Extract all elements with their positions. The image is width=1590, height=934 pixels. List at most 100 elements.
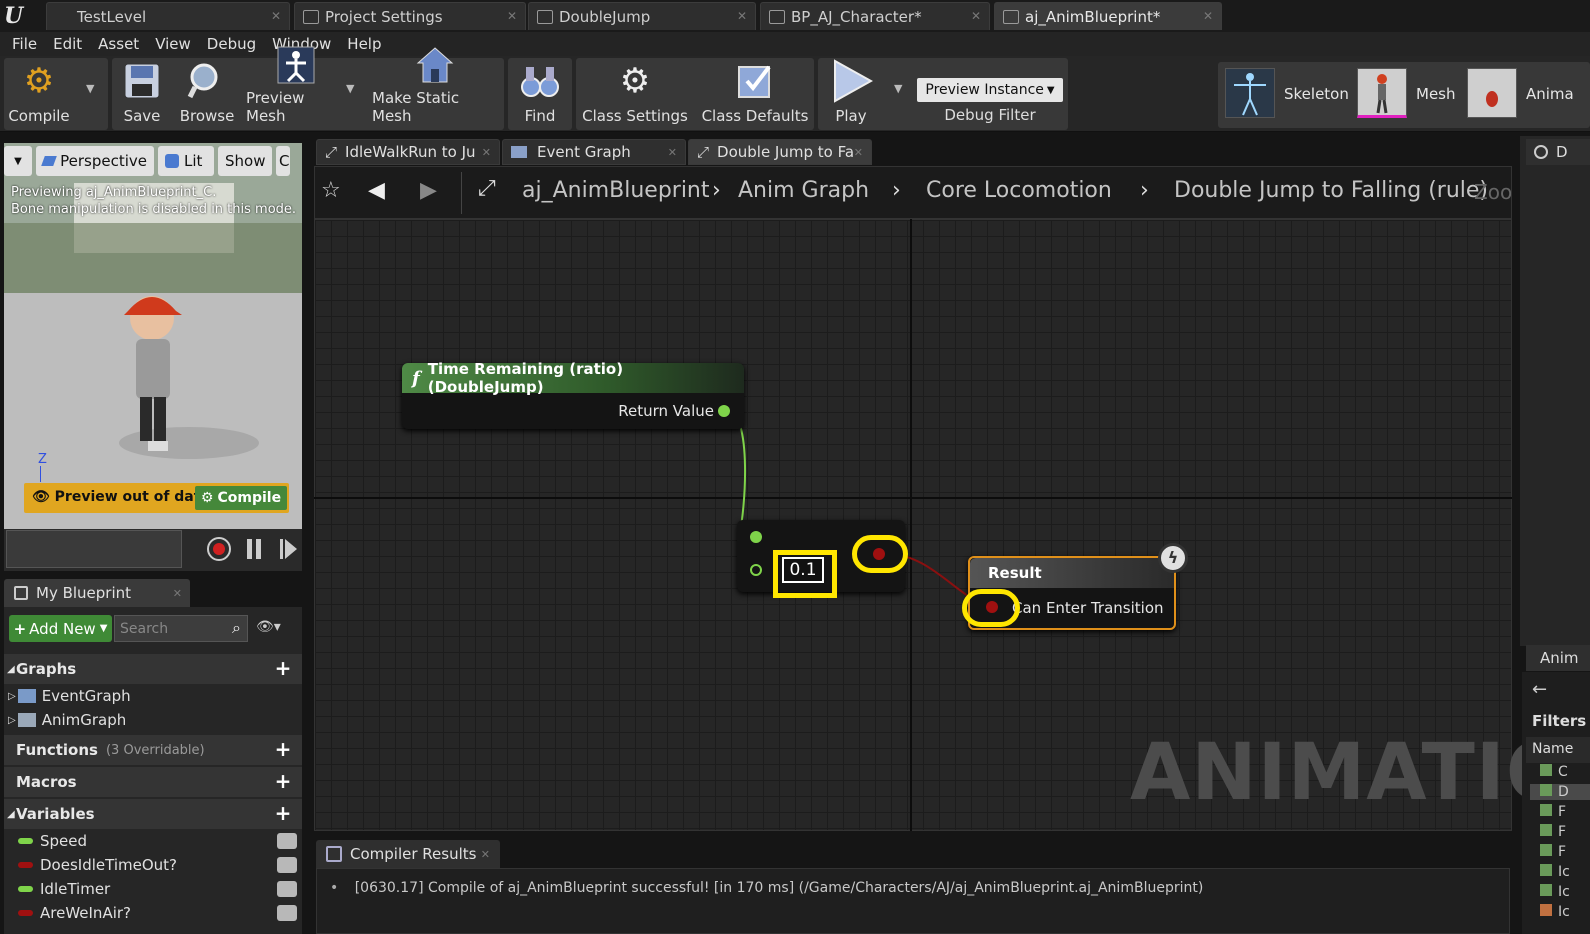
add-macro-icon[interactable]: + <box>274 771 292 791</box>
mode-animation-label[interactable]: Anima <box>1526 85 1574 103</box>
variable-item[interactable]: DoesIdleTimeOut? <box>8 853 177 877</box>
menu-edit[interactable]: Edit <box>45 35 90 53</box>
viewport-compile-button[interactable]: ⚙ Compile <box>195 486 287 510</box>
input-pin-a[interactable] <box>750 531 762 543</box>
compile-options-dropdown-icon[interactable]: ▼ <box>86 82 94 95</box>
close-icon[interactable]: ✕ <box>482 146 491 159</box>
asset-row[interactable]: F <box>1540 804 1566 820</box>
graph-item-animgraph[interactable]: ▷ AnimGraph <box>8 708 126 732</box>
favorite-star-icon[interactable]: ☆ <box>321 178 341 203</box>
asset-row[interactable]: Ic <box>1540 904 1570 920</box>
asset-row[interactable]: C <box>1540 764 1568 780</box>
menu-debug[interactable]: Debug <box>199 35 264 53</box>
breadcrumb-item[interactable]: Anim Graph <box>738 178 869 203</box>
close-icon[interactable]: ✕ <box>271 9 281 23</box>
back-arrow-icon[interactable]: ◀ <box>368 178 385 203</box>
asset-row-selected[interactable]: D <box>1530 784 1590 800</box>
breadcrumb-item[interactable]: Core Locomotion <box>926 178 1112 203</box>
class-defaults-button[interactable]: Class Defaults <box>700 56 810 128</box>
compile-button[interactable]: ⚙ Compile <box>6 56 72 128</box>
compare-value-input[interactable]: 0.1 <box>782 557 824 583</box>
name-column-header[interactable]: Name <box>1526 737 1590 763</box>
bool-output-pin[interactable] <box>873 548 885 560</box>
close-icon[interactable]: ✕ <box>1203 9 1213 23</box>
save-button[interactable]: Save <box>116 56 168 128</box>
macros-section-header[interactable]: Macros + <box>4 767 302 797</box>
play-dropdown-icon[interactable]: ▼ <box>894 82 902 95</box>
make-static-mesh-button[interactable]: Make Static Mesh <box>372 47 498 128</box>
animation-mode-icon[interactable] <box>1467 68 1517 118</box>
graph-item-eventgraph[interactable]: ▷ EventGraph <box>8 684 131 708</box>
graphs-section-header[interactable]: ◢ Graphs + <box>4 654 302 684</box>
back-arrow-icon[interactable]: ← <box>1532 679 1547 700</box>
preview-mesh-button[interactable]: Preview Mesh <box>246 46 346 128</box>
blueprint-search-input[interactable]: Search ⌕ <box>114 615 248 642</box>
show-button[interactable]: Show <box>218 146 272 176</box>
variable-visibility-toggle[interactable] <box>277 833 297 849</box>
can-enter-transition-pin[interactable] <box>986 601 998 613</box>
variables-section-header[interactable]: ◢ Variables + <box>4 799 302 829</box>
close-icon[interactable]: ✕ <box>971 9 981 23</box>
skeleton-mode-icon[interactable] <box>1225 68 1275 118</box>
record-icon[interactable] <box>207 537 231 561</box>
compiler-message[interactable]: • [0630.17] Compile of aj_AnimBlueprint … <box>330 880 1203 896</box>
details-tab[interactable]: D <box>1526 139 1590 165</box>
close-icon[interactable]: ✕ <box>668 146 677 159</box>
debug-filter-select[interactable]: Preview Instance ▼ <box>917 78 1063 102</box>
close-icon[interactable]: ✕ <box>737 9 747 23</box>
variable-item[interactable]: IdleTimer <box>8 877 110 901</box>
mode-skeleton-label[interactable]: Skeleton <box>1284 85 1349 103</box>
browse-button[interactable]: Browse <box>176 56 238 128</box>
add-function-icon[interactable]: + <box>274 739 292 759</box>
mesh-mode-icon[interactable] <box>1357 68 1407 118</box>
tab-aj-animblueprint[interactable]: aj_AnimBlueprint* ✕ <box>994 2 1222 30</box>
compiler-results-tab[interactable]: Compiler Results ✕ <box>316 840 500 868</box>
play-button[interactable]: Play <box>822 56 880 128</box>
menu-asset[interactable]: Asset <box>90 35 147 53</box>
preview-mesh-dropdown-icon[interactable]: ▼ <box>346 82 354 95</box>
unreal-logo-icon[interactable]: U <box>4 3 32 29</box>
tab-double-jump-to-falling[interactable]: ⤢ Double Jump to Fa ✕ <box>688 139 872 165</box>
asset-row[interactable]: F <box>1540 844 1566 860</box>
functions-section-header[interactable]: Functions (3 Overridable) + <box>4 735 302 765</box>
add-variable-icon[interactable]: + <box>274 803 292 823</box>
variable-visibility-toggle[interactable] <box>277 905 297 921</box>
close-icon[interactable]: ✕ <box>854 146 863 159</box>
add-graph-icon[interactable]: + <box>274 658 292 678</box>
my-blueprint-tab[interactable]: My Blueprint ✕ <box>4 579 190 607</box>
tab-doublejump[interactable]: DoubleJump ✕ <box>528 2 756 30</box>
asset-row[interactable]: F <box>1540 824 1566 840</box>
tab-event-graph[interactable]: Event Graph ✕ <box>502 139 686 165</box>
tab-idlewalkrun-to-jump[interactable]: ⤢ IdleWalkRun to Ju ✕ <box>316 139 500 165</box>
close-icon[interactable]: ✕ <box>507 9 517 23</box>
class-settings-button[interactable]: ⚙ Class Settings <box>580 56 690 128</box>
tab-bp-aj-character[interactable]: BP_AJ_Character* ✕ <box>760 2 990 30</box>
input-pin-b[interactable] <box>750 564 762 576</box>
camera-button[interactable]: C <box>276 146 290 176</box>
lit-button[interactable]: Lit <box>158 146 214 176</box>
breadcrumb-item[interactable]: aj_AnimBlueprint <box>522 178 710 203</box>
pause-icon[interactable] <box>247 539 252 559</box>
timeline-scrubber[interactable] <box>6 530 182 568</box>
mode-mesh-label[interactable]: Mesh <box>1416 85 1456 103</box>
menu-file[interactable]: File <box>4 35 45 53</box>
filters-label[interactable]: Filters <box>1532 712 1586 730</box>
tab-testlevel[interactable]: TestLevel ✕ <box>46 2 290 30</box>
anim-preview-tab[interactable]: Anim <box>1526 645 1590 671</box>
viewport-options-dropdown[interactable]: ▼ <box>4 146 32 176</box>
find-button[interactable]: Find <box>510 56 570 128</box>
tab-project-settings[interactable]: Project Settings ✕ <box>294 2 526 30</box>
visibility-eye-icon[interactable]: 👁▾ <box>256 619 281 635</box>
variable-item[interactable]: Speed <box>8 829 87 853</box>
time-remaining-node[interactable]: f Time Remaining (ratio) (DoubleJump) Re… <box>402 360 744 429</box>
menu-help[interactable]: Help <box>339 35 389 53</box>
variable-visibility-toggle[interactable] <box>277 881 297 897</box>
asset-row[interactable]: Ic <box>1540 864 1570 880</box>
return-value-pin[interactable] <box>718 405 730 417</box>
forward-arrow-icon[interactable]: ▶ <box>420 178 437 203</box>
perspective-button[interactable]: Perspective <box>36 146 154 176</box>
close-icon[interactable]: ✕ <box>481 848 490 861</box>
step-forward-icon[interactable] <box>280 539 283 559</box>
variable-item[interactable]: AreWeInAir? <box>8 901 131 925</box>
close-icon[interactable]: ✕ <box>173 587 182 600</box>
